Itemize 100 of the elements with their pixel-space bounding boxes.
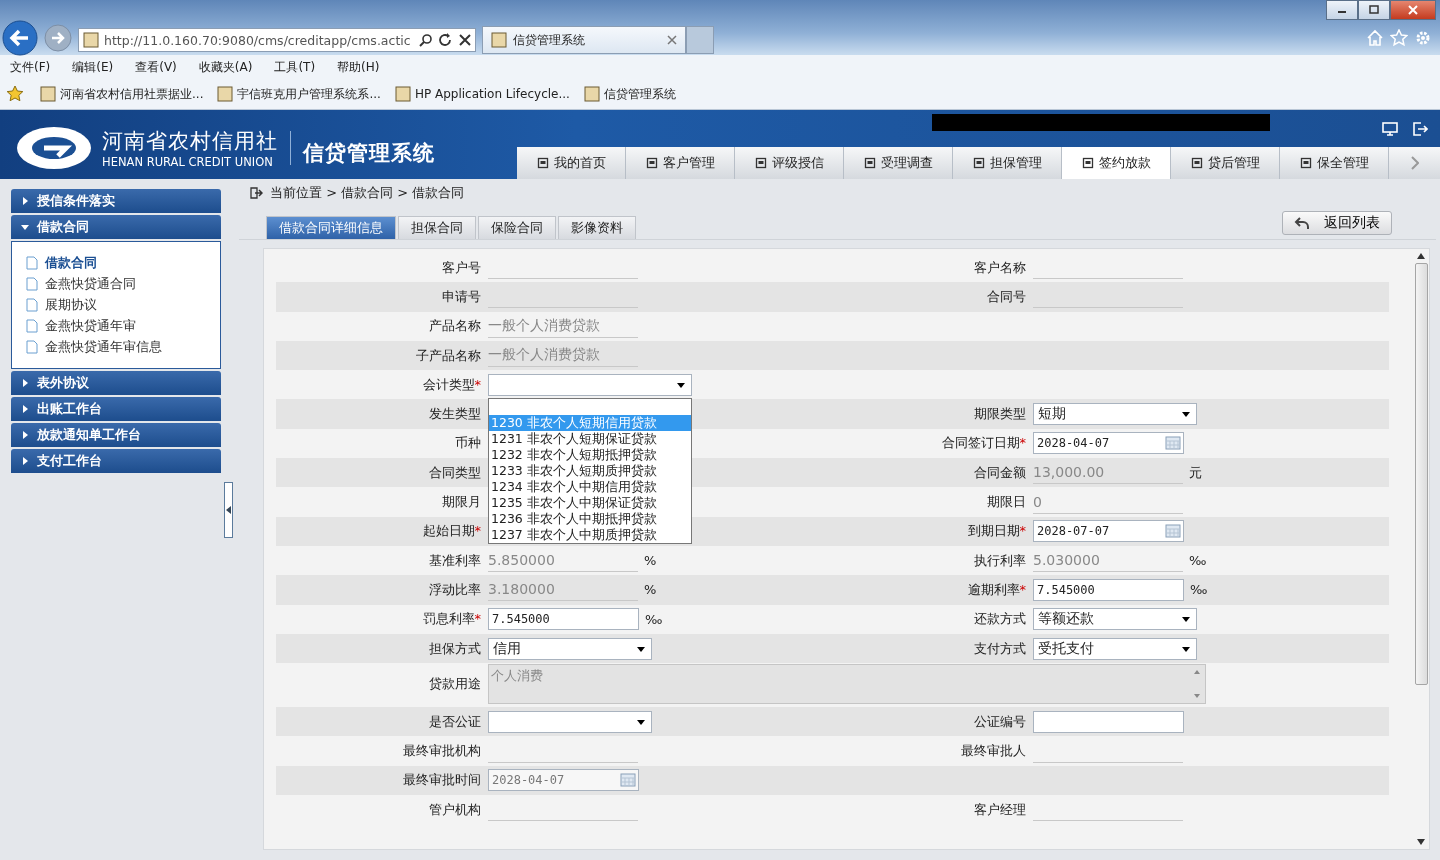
window-icon: [1299, 157, 1312, 169]
menu-item[interactable]: 工具(T): [274, 58, 316, 76]
stop-icon[interactable]: [459, 34, 471, 46]
field-label: 逾期利率*: [966, 580, 1027, 599]
home-icon[interactable]: [1366, 29, 1384, 47]
scroll-up-icon[interactable]: [1417, 253, 1425, 259]
date-field[interactable]: 2028-04-07: [1033, 432, 1184, 455]
close-icon: [1408, 5, 1418, 15]
caret-icon: [637, 719, 645, 725]
dropdown-option[interactable]: 1233 非农个人短期质押贷款: [489, 462, 691, 479]
nav-tab[interactable]: 保全管理: [1280, 147, 1389, 179]
sidebar-item[interactable]: 借款合同: [26, 254, 220, 272]
unit-label: 元: [1189, 463, 1202, 482]
maximize-icon: [1369, 5, 1379, 15]
field-label: 执行利率: [973, 551, 1027, 570]
search-icon[interactable]: [419, 33, 433, 47]
scroll-down-icon[interactable]: [1417, 839, 1425, 845]
dropdown-option[interactable]: 1236 非农个人中期抵押贷款: [489, 510, 691, 527]
page-icon: [83, 32, 99, 48]
document-icon: [26, 340, 38, 354]
sidebar-group[interactable]: 出账工作台: [11, 397, 221, 421]
unit-label: %: [644, 582, 657, 598]
close-button[interactable]: [1390, 0, 1436, 20]
select-field[interactable]: 短期: [1033, 403, 1197, 426]
dropdown-option[interactable]: 1237 非农个人中期质押贷款: [489, 526, 691, 543]
dropdown-option[interactable]: 1235 非农个人中期保证贷款: [489, 494, 691, 511]
maximize-button[interactable]: [1358, 0, 1390, 20]
nav-tab[interactable]: 贷后管理: [1171, 147, 1280, 179]
readonly-field: 5.030000: [1033, 549, 1183, 573]
select-field[interactable]: 信用: [488, 637, 652, 660]
new-tab-button[interactable]: [686, 26, 714, 54]
dropdown-option[interactable]: 1232 非农个人短期抵押贷款: [489, 446, 691, 463]
window-icon: [645, 157, 658, 169]
menu-item[interactable]: 文件(F): [10, 58, 51, 76]
forward-button[interactable]: [44, 24, 72, 52]
star-icon[interactable]: [1390, 29, 1408, 47]
nav-tab[interactable]: 我的首页: [517, 147, 626, 179]
logout-icon[interactable]: [1412, 120, 1428, 137]
minimize-button[interactable]: [1326, 0, 1358, 20]
page-icon: [40, 86, 56, 102]
browser-tab[interactable]: 信贷管理系统: [482, 26, 686, 54]
field-label: 是否公证: [428, 712, 482, 731]
sidebar-group[interactable]: 授信条件落实: [11, 189, 221, 213]
tab[interactable]: 影像资料: [558, 216, 636, 239]
monitor-icon[interactable]: [1382, 120, 1398, 137]
system-name: 信贷管理系统: [303, 139, 435, 167]
date-field[interactable]: 2028-07-07: [1033, 520, 1184, 543]
caret-icon: [1182, 412, 1190, 418]
tab[interactable]: 担保合同: [398, 216, 476, 239]
select-field[interactable]: 受托支付: [1033, 637, 1197, 660]
dropdown-option[interactable]: 1234 非农个人中期信用贷款: [489, 478, 691, 495]
calendar-icon[interactable]: [1165, 436, 1181, 451]
address-field[interactable]: http://11.0.160.70:9080/cms/creditapp/cms.actic: [78, 28, 476, 52]
field-label: 客户名称: [973, 258, 1027, 277]
menu-item[interactable]: 查看(V): [135, 58, 177, 76]
sidebar-item[interactable]: 金燕快贷通年审: [26, 317, 220, 335]
triangle-icon: [21, 431, 29, 439]
sidebar-group[interactable]: 放款通知单工作台: [11, 423, 221, 447]
select-field[interactable]: [488, 373, 692, 396]
menu-item[interactable]: 编辑(E): [72, 58, 114, 76]
field-label: 贷款用途: [428, 675, 482, 694]
input-field[interactable]: 7.545000: [488, 608, 639, 631]
document-icon: [26, 256, 38, 270]
dropdown-option[interactable]: 1231 非农个人短期保证贷款: [489, 430, 691, 447]
nav-tab[interactable]: 评级授信: [735, 147, 844, 179]
tab[interactable]: 借款合同详细信息: [266, 216, 396, 239]
nav-tab[interactable]: 受理调查: [844, 147, 953, 179]
refresh-icon[interactable]: [438, 33, 454, 47]
field-label: 罚息利率*: [421, 610, 482, 629]
nav-tab[interactable]: 客户管理: [626, 147, 735, 179]
triangle-icon: [21, 457, 29, 465]
sidebar-group[interactable]: 支付工作台: [11, 449, 221, 473]
input-field[interactable]: 7.545000: [1033, 578, 1184, 601]
favorites-star-icon[interactable]: [6, 85, 26, 103]
field-label: 期限月: [441, 493, 482, 511]
menu-item[interactable]: 收藏夹(A): [198, 58, 253, 76]
field-label: 期限类型: [973, 405, 1027, 424]
field-label: 子产品名称: [415, 346, 482, 365]
back-to-list-button[interactable]: 返回列表: [1282, 211, 1392, 235]
nav-tab[interactable]: 签约放款: [1062, 147, 1171, 179]
sidebar-group[interactable]: 表外协议: [11, 371, 221, 395]
select-field[interactable]: [488, 710, 652, 733]
collapse-handle[interactable]: [224, 482, 233, 538]
scroll-right-button[interactable]: [1389, 147, 1440, 179]
field-label: 担保方式: [428, 639, 482, 658]
sidebar-item[interactable]: 金燕快贷通合同: [26, 275, 220, 293]
calendar-icon[interactable]: [1165, 524, 1181, 539]
sidebar-group[interactable]: 借款合同: [11, 215, 221, 239]
back-button[interactable]: [2, 20, 38, 56]
close-icon[interactable]: [667, 35, 677, 45]
sidebar-item[interactable]: 展期协议: [26, 296, 220, 314]
nav-tab[interactable]: 担保管理: [953, 147, 1062, 179]
sidebar-item[interactable]: 金燕快贷通年审信息: [26, 338, 220, 356]
tab[interactable]: 保险合同: [478, 216, 556, 239]
readonly-field: 0: [1033, 490, 1183, 514]
settings-icon[interactable]: [1414, 29, 1432, 47]
triangle-icon: [21, 197, 29, 205]
input-field[interactable]: [1033, 710, 1184, 733]
menu-item[interactable]: 帮助(H): [337, 58, 380, 76]
select-field[interactable]: 等额还款: [1033, 608, 1197, 631]
